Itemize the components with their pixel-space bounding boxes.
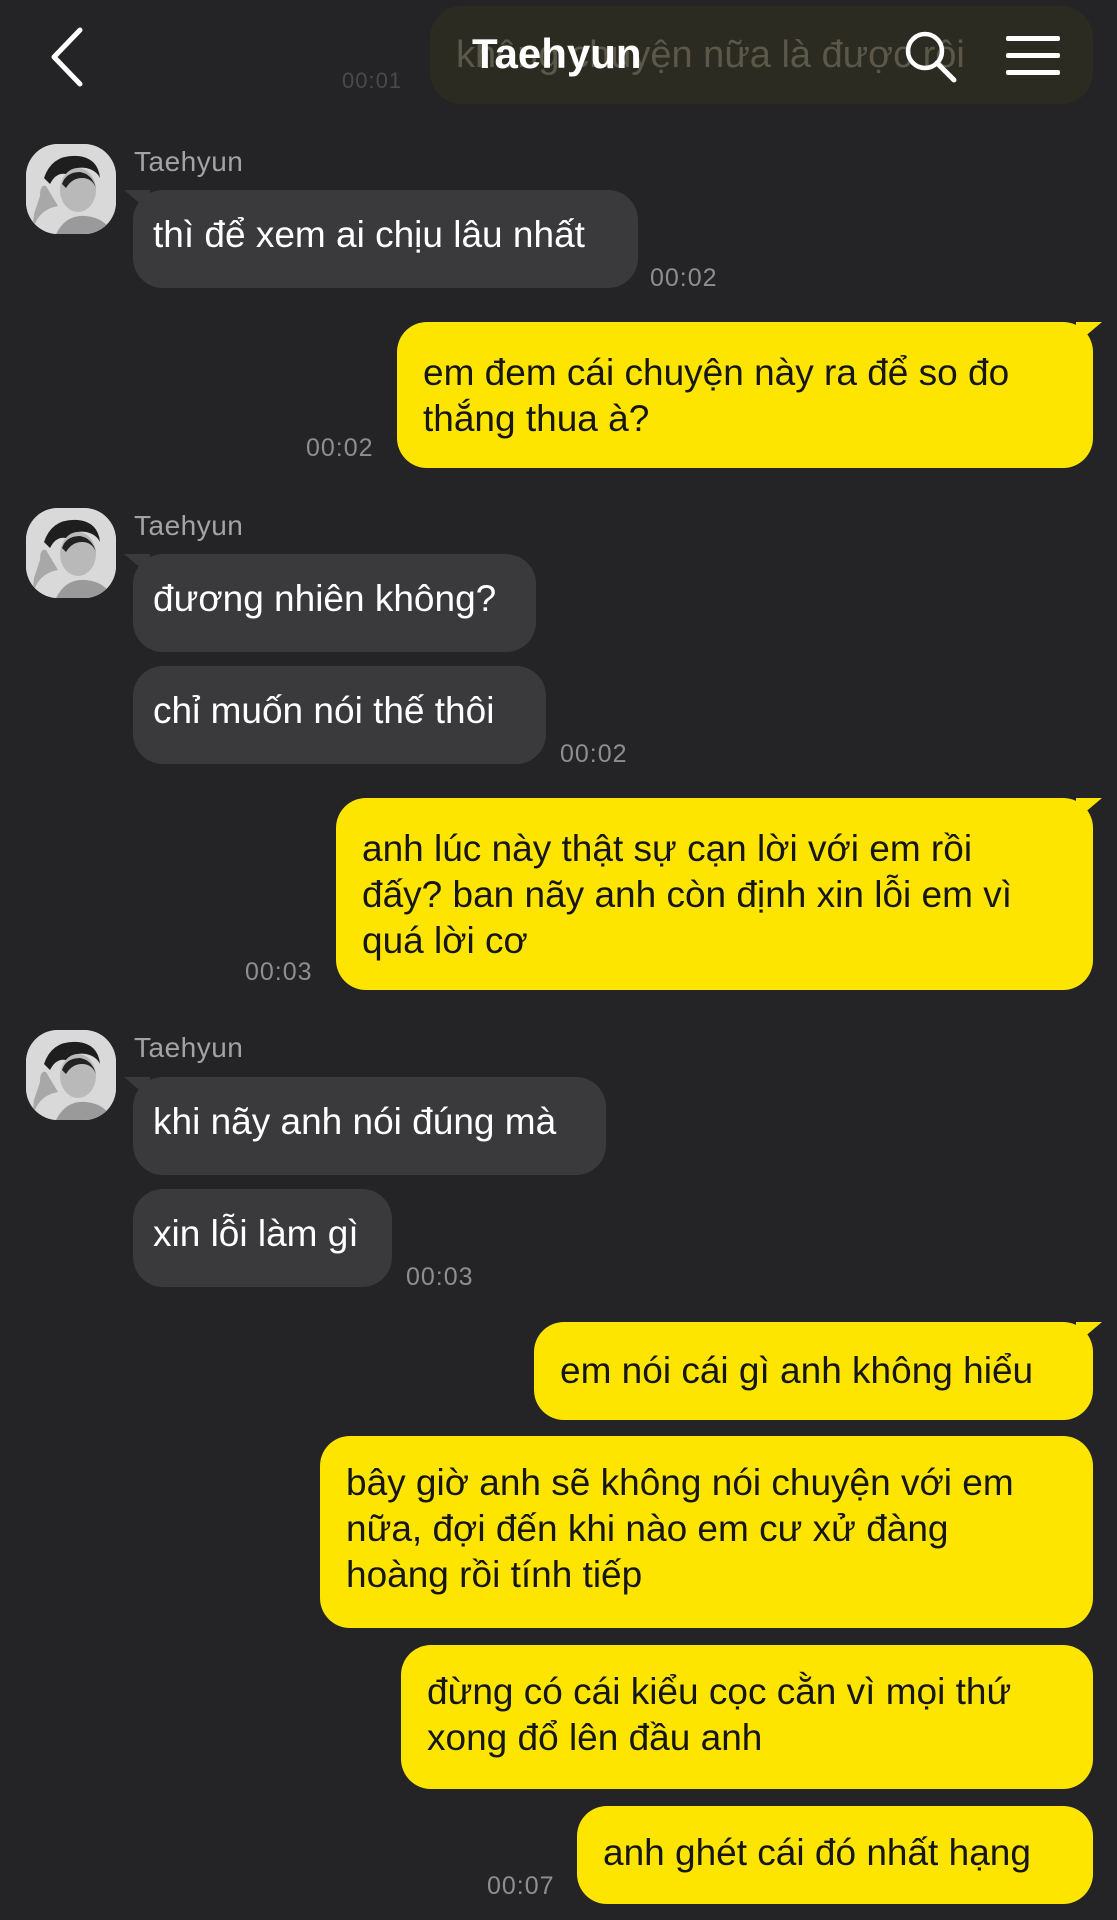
back-button[interactable] [44, 26, 92, 88]
sender-name: Taehyun [134, 146, 244, 177]
search-button[interactable] [902, 28, 958, 84]
message-time: 00:02 [306, 434, 374, 462]
outgoing-message-bubble[interactable]: anh ghét cái đó nhất hạng [577, 1806, 1093, 1904]
message-line: anh lúc này thật sự cạn lời với em rồi [362, 828, 973, 869]
incoming-message-bubble[interactable]: đương nhiên không? [133, 554, 536, 652]
message-line: em nói cái gì anh không hiểu [560, 1350, 1034, 1391]
incoming-message-bubble[interactable]: thì để xem ai chịu lâu nhất [133, 190, 638, 288]
message-time: 00:03 [406, 1263, 474, 1291]
sender-name: Taehyun [134, 1032, 244, 1063]
avatar[interactable] [26, 508, 116, 598]
message-line: xong đổ lên đầu anh [427, 1717, 763, 1758]
outgoing-message-bubble[interactable]: em đem cái chuyện này ra để so đo thắng … [397, 322, 1093, 468]
message-text: chỉ muốn nói thế thôi [153, 690, 495, 731]
back-chevron-icon [51, 27, 83, 87]
avatar-photo [26, 144, 116, 234]
search-icon [905, 31, 957, 83]
message-line: em đem cái chuyện này ra để so đo [423, 352, 1010, 393]
message-time: 00:07 [487, 1872, 555, 1900]
message-time: 00:03 [245, 958, 313, 986]
message-text: đương nhiên không? [153, 578, 497, 619]
message-line: quá lời cơ [362, 920, 528, 961]
message-line: bây giờ anh sẽ không nói chuyện với em [346, 1462, 1014, 1503]
incoming-message-bubble[interactable]: khi nãy anh nói đúng mà [133, 1077, 606, 1175]
avatar[interactable] [26, 1030, 116, 1120]
message-line: thắng thua à? [423, 398, 650, 439]
message-time: 00:02 [560, 740, 628, 768]
message-line: anh ghét cái đó nhất hạng [603, 1832, 1031, 1873]
outgoing-message-bubble[interactable]: em nói cái gì anh không hiểu [534, 1322, 1093, 1420]
sender-name: Taehyun [134, 510, 244, 541]
message-time: 00:02 [650, 264, 718, 292]
outgoing-message-bubble[interactable]: đừng có cái kiểu cọc cằn vì mọi thứ xong… [401, 1645, 1093, 1789]
avatar[interactable] [26, 144, 116, 234]
menu-button[interactable] [1004, 32, 1062, 80]
chat-header: không chuyện nữa là được rồi 00:01 Taehy… [0, 0, 1117, 115]
chat-title: Taehyun [472, 30, 642, 77]
message-text: xin lỗi làm gì [153, 1213, 359, 1254]
message-text: khi nãy anh nói đúng mà [153, 1101, 557, 1142]
message-line: đấy? ban nãy anh còn định xin lỗi em vì [362, 874, 1012, 915]
message-line: đừng có cái kiểu cọc cằn vì mọi thứ [427, 1671, 1012, 1712]
notice-time: 00:01 [342, 68, 403, 93]
message-line: hoàng rồi tính tiếp [346, 1554, 643, 1595]
incoming-message-bubble[interactable]: xin lỗi làm gì [133, 1189, 392, 1287]
outgoing-message-bubble[interactable]: anh lúc này thật sự cạn lời với em rồi đ… [336, 798, 1093, 990]
incoming-message-bubble[interactable]: chỉ muốn nói thế thôi [133, 666, 546, 764]
avatar-photo [26, 508, 116, 598]
outgoing-message-bubble[interactable]: bây giờ anh sẽ không nói chuyện với em n… [320, 1436, 1093, 1628]
avatar-photo [26, 1030, 116, 1120]
message-line: nữa, đợi đến khi nào em cư xử đàng [346, 1508, 949, 1549]
menu-icon [1006, 36, 1060, 75]
message-text: thì để xem ai chịu lâu nhất [153, 214, 585, 255]
